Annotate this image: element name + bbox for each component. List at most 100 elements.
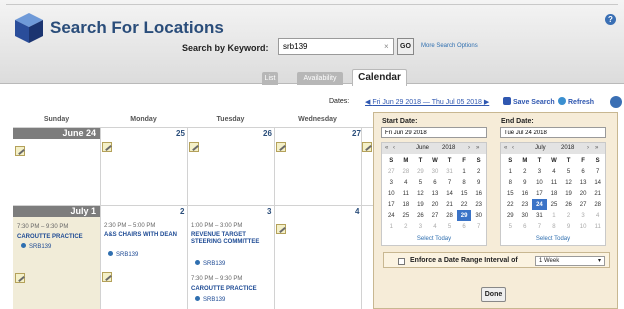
calendar-day[interactable]: 31 [442,166,457,177]
calendar-day[interactable]: 27 [384,166,399,177]
next-arrow-icon[interactable]: ▶ [482,99,489,106]
go-button[interactable]: GO [397,38,414,55]
calendar-day[interactable]: 15 [457,188,472,199]
done-button[interactable]: Done [481,287,506,302]
prev-month-icon[interactable]: ‹ [393,145,399,152]
calendar-day[interactable]: 5 [561,166,576,177]
calendar-day[interactable]: 13 [428,188,443,199]
tab-calendar[interactable]: Calendar [352,69,407,86]
add-note-icon[interactable] [276,142,286,152]
prev-year-icon[interactable]: « [385,145,391,152]
calendar-day[interactable]: 7 [590,166,605,177]
calendar-day[interactable]: 22 [457,199,472,210]
tab-availability[interactable]: Availability [297,72,343,85]
calendar-day[interactable]: 7 [532,221,547,232]
calendar-day[interactable]: 26 [561,199,576,210]
calendar-day[interactable]: 6 [428,177,443,188]
calendar-day[interactable]: 8 [503,177,518,188]
add-note-icon[interactable] [102,272,112,282]
calendar-day[interactable]: 1 [457,166,472,177]
tab-list[interactable]: List [262,72,278,85]
calendar-day[interactable]: 3 [576,210,591,221]
calendar-day[interactable]: 3 [384,177,399,188]
calendar-day[interactable]: 4 [428,221,443,232]
calendar-day[interactable]: 12 [413,188,428,199]
calendar-day[interactable]: 25 [399,210,414,221]
calendar-day[interactable]: 3 [532,166,547,177]
calendar-day[interactable]: 11 [399,188,414,199]
calendar-day[interactable]: 8 [457,177,472,188]
calendar-day[interactable]: 18 [399,199,414,210]
refresh-button[interactable]: Refresh [558,97,594,106]
calendar-day[interactable]: 11 [590,221,605,232]
calendar-day[interactable]: 1 [384,221,399,232]
gear-icon[interactable] [610,96,622,108]
calendar-day[interactable]: 2 [518,166,533,177]
calendar-day[interactable]: 19 [561,188,576,199]
calendar-day[interactable]: 4 [399,177,414,188]
add-note-icon[interactable] [15,146,25,156]
end-date-input[interactable] [500,127,606,138]
event-location[interactable]: SRB139 [108,251,138,258]
calendar-day[interactable]: 21 [590,188,605,199]
event-title[interactable]: REVENUE TARGET STEERING COMMITTEE [191,232,271,246]
calendar-day[interactable]: 5 [442,221,457,232]
calendar-day[interactable]: 28 [399,166,414,177]
calendar-day[interactable]: 8 [547,221,562,232]
select-today-link[interactable]: Select Today [501,236,605,242]
calendar-day[interactable]: 1 [503,166,518,177]
calendar-day[interactable]: 10 [576,221,591,232]
clear-icon[interactable]: × [384,42,389,51]
help-icon[interactable]: ? [605,14,616,25]
calendar-day[interactable]: 20 [576,188,591,199]
calendar-day[interactable]: 14 [442,188,457,199]
next-month-icon[interactable]: › [468,145,474,152]
calendar-day[interactable]: 23 [471,199,486,210]
save-search-button[interactable]: Save Search [503,97,555,106]
prev-year-icon[interactable]: « [504,145,510,152]
calendar-day[interactable]: 4 [547,166,562,177]
calendar-day[interactable]: 30 [471,210,486,221]
interval-select[interactable]: 1 Week ▾ [535,256,605,266]
add-note-icon[interactable] [362,142,372,152]
calendar-day[interactable]: 2 [561,210,576,221]
calendar-day[interactable]: 26 [413,210,428,221]
calendar-day[interactable]: 30 [518,210,533,221]
calendar-day[interactable]: 19 [413,199,428,210]
calendar-day[interactable]: 5 [413,177,428,188]
calendar-day[interactable]: 3 [413,221,428,232]
calendar-day[interactable]: 28 [442,210,457,221]
calendar-day[interactable]: 20 [428,199,443,210]
prev-month-icon[interactable]: ‹ [512,145,518,152]
next-month-icon[interactable]: › [587,145,593,152]
more-search-options-link[interactable]: More Search Options [421,43,478,49]
keyword-search-input[interactable] [278,38,394,55]
next-year-icon[interactable]: » [476,145,482,152]
calendar-day[interactable]: 27 [428,210,443,221]
event-location[interactable]: SRB139 [195,260,225,267]
calendar-day[interactable]: 6 [457,221,472,232]
calendar-day[interactable]: 9 [518,177,533,188]
calendar-day[interactable]: 24 [532,199,547,210]
calendar-day[interactable]: 12 [561,177,576,188]
add-note-icon[interactable] [15,273,25,283]
enforce-interval-checkbox[interactable] [398,258,405,265]
calendar-day[interactable]: 18 [547,188,562,199]
calendar-day[interactable]: 21 [442,199,457,210]
calendar-day[interactable]: 9 [561,221,576,232]
event-title[interactable]: CAROUTTE PRACTICE [17,234,83,241]
date-range-link[interactable]: ◀ Fri Jun 29 2018 — Thu Jul 05 2018 ▶ [365,98,489,106]
calendar-day[interactable]: 7 [442,177,457,188]
event-location[interactable]: SRB139 [21,243,51,250]
calendar-day[interactable]: 24 [384,210,399,221]
calendar-day[interactable]: 7 [471,221,486,232]
calendar-day[interactable]: 25 [547,199,562,210]
calendar-day[interactable]: 16 [471,188,486,199]
calendar-day[interactable]: 29 [503,210,518,221]
calendar-day[interactable]: 22 [503,199,518,210]
event-title[interactable]: A&S CHAIRS WITH DEAN [104,232,180,239]
calendar-day[interactable]: 4 [590,210,605,221]
calendar-day[interactable]: 23 [518,199,533,210]
calendar-day[interactable]: 31 [532,210,547,221]
calendar-day[interactable]: 30 [428,166,443,177]
